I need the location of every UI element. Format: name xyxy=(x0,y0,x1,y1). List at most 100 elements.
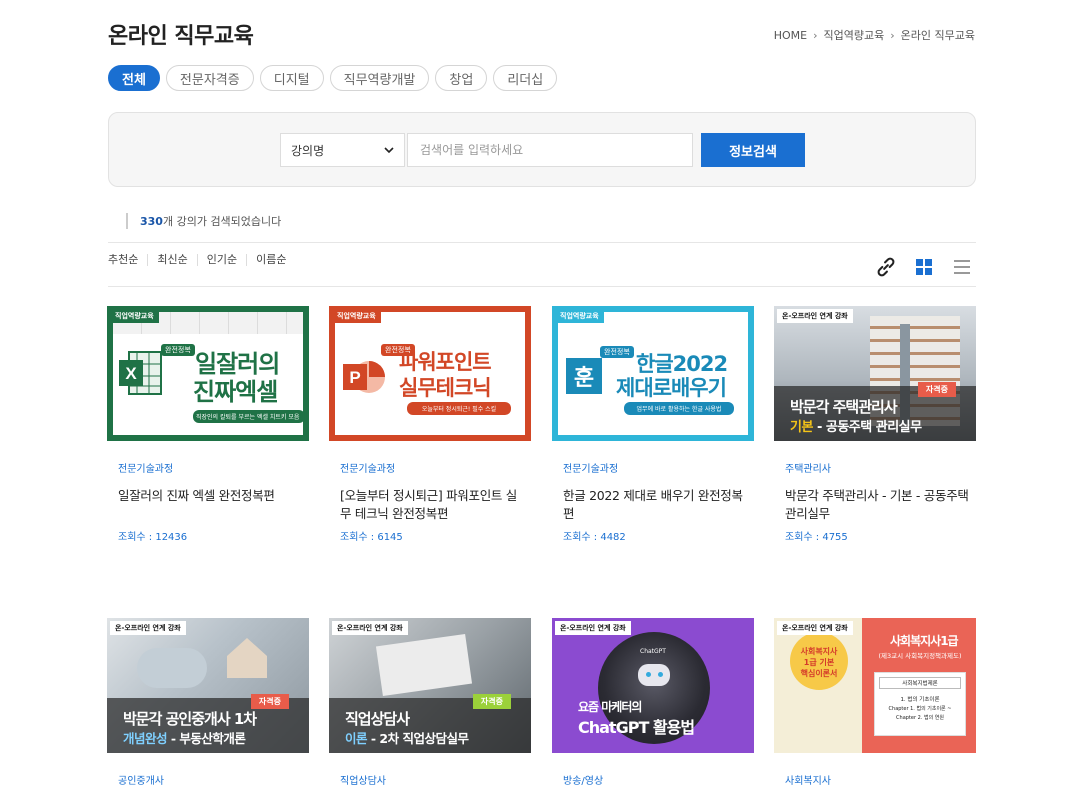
result-count: 330개 강의가 검색되었습니다 xyxy=(126,213,281,229)
book-cover-line: 핵심이론서 xyxy=(800,669,838,678)
chevron-right-icon: › xyxy=(890,28,895,42)
thumbnail-highlight: 이론 xyxy=(345,731,368,746)
course-thumbnail[interactable]: 온-오프라인 연계 강좌 자격증 박문각 주택관리사 기본 - 공동주택 관리실… xyxy=(774,306,976,441)
tab-leadership[interactable]: 리더십 xyxy=(493,65,558,91)
thumbnail-note-box: 사회복지법제론 1. 법의 기초이론 Chapter 1. 법의 기초이론 ~ … xyxy=(874,672,966,736)
note-box-line: Chapter 2. 법의 연원 xyxy=(896,715,944,721)
breadcrumb-current: 온라인 직무교육 xyxy=(900,29,975,42)
course-card[interactable]: 직업역량교육 X 완전정복 일잘러의 진짜엑셀 직장인의 칼퇴를 부르는 엑셀 … xyxy=(107,306,309,543)
excel-logo-icon: X xyxy=(119,351,162,395)
course-thumbnail[interactable]: 직업역량교육 X 완전정복 일잘러의 진짜엑셀 직장인의 칼퇴를 부르는 엑셀 … xyxy=(107,306,309,441)
course-thumbnail[interactable]: 직업역량교육 P 완전정복 파워포인트 실무테크닉 오늘부터 정시퇴근! 필수 … xyxy=(329,306,531,441)
tab-startup[interactable]: 창업 xyxy=(435,65,488,91)
thumbnail-subtitle: 오늘부터 정시퇴근! 필수 스킬 xyxy=(407,402,511,415)
thumbnail-tag: 직업역량교육 xyxy=(110,309,159,323)
svg-text:X: X xyxy=(125,364,137,383)
course-card[interactable]: 직업역량교육 훈 완전정복 한글2022 제대로배우기 업무에 바로 활용하는 … xyxy=(552,306,754,543)
course-category: 전문기술과정 xyxy=(340,464,396,475)
grid-view-icon[interactable] xyxy=(912,255,936,279)
book-cover-line: 사회복지사 xyxy=(800,647,838,656)
link-icon[interactable] xyxy=(874,255,898,279)
course-card[interactable]: 직업역량교육 P 완전정복 파워포인트 실무테크닉 오늘부터 정시퇴근! 필수 … xyxy=(329,306,531,543)
search-type-select[interactable]: 강의명 xyxy=(280,133,405,167)
thumbnail-tag: 온-오프라인 연계 강좌 xyxy=(777,309,853,323)
view-tools xyxy=(874,255,974,279)
thumbnail-headline: 직업상담사 xyxy=(345,710,410,728)
course-thumbnail[interactable]: 사회복지사 1급 기본 핵심이론서 온-오프라인 연계 강좌 사회복지사1급 (… xyxy=(774,618,976,753)
thumbnail-headline: 진짜엑셀 xyxy=(193,378,278,406)
course-card[interactable]: ChatGPT 온-오프라인 연계 강좌 요즘 마케터의 ChatGPT 활용법… xyxy=(552,618,754,787)
thumbnail-subline: 이론 - 2차 직업상담실무 xyxy=(345,728,469,747)
course-category: 전문기술과정 xyxy=(118,464,174,475)
course-views: 조회수 : 12436 xyxy=(118,532,188,543)
course-card[interactable]: 온-오프라인 연계 강좌 자격증 직업상담사 이론 - 2차 직업상담실무 직업… xyxy=(329,618,531,787)
thumbnail-headline: 박문각 주택관리사 xyxy=(790,398,898,416)
book-cover-text: 사회복지사 1급 기본 핵심이론서 xyxy=(784,646,854,679)
thumbnail-tag: 온-오프라인 연계 강좌 xyxy=(332,621,408,635)
svg-text:P: P xyxy=(349,368,360,387)
search-input[interactable] xyxy=(407,133,693,167)
thumbnail-highlight: 개념완성 xyxy=(123,731,168,746)
thumbnail-subtitle: (제3교시 사회복지정책과제도) xyxy=(878,652,962,660)
search-button[interactable]: 정보검색 xyxy=(701,133,805,167)
category-tabs: 전체 전문자격증 디지털 직무역량개발 창업 리더십 xyxy=(108,65,558,91)
course-title[interactable]: 한글 2022 제대로 배우기 완전정복편 xyxy=(563,487,748,523)
result-count-number: 330 xyxy=(140,215,163,228)
tab-digital[interactable]: 디지털 xyxy=(259,65,324,91)
note-box-title: 사회복지법제론 xyxy=(879,677,961,689)
thumbnail-subtitle: 직장인의 칼퇴를 부르는 엑셀 치트키 모음 xyxy=(193,410,305,423)
course-title[interactable]: [오늘부터 정시퇴근] 파워포인트 실무 테크닉 완전정복편 xyxy=(340,487,525,523)
course-views: 조회수 : 4755 xyxy=(785,532,848,543)
sort-popular[interactable]: 인기순 xyxy=(196,254,246,266)
page-title: 온라인 직무교육 xyxy=(108,24,254,49)
thumbnail-subtitle: - 2차 직업상담실무 xyxy=(367,731,469,746)
book-cover-line: 1급 기본 xyxy=(803,658,835,667)
chevron-down-icon xyxy=(384,147,394,154)
thumbnail-headline: 실무테크닉 xyxy=(399,376,492,400)
search-panel: 강의명 정보검색 xyxy=(108,112,976,187)
thumbnail-tag: 직업역량교육 xyxy=(555,309,604,323)
sort-recommended[interactable]: 추천순 xyxy=(108,254,147,266)
powerpoint-logo-icon: P xyxy=(343,361,385,393)
tab-professional-certificate[interactable]: 전문자격증 xyxy=(165,65,254,91)
list-view-icon[interactable] xyxy=(950,255,974,279)
thumbnail-headline: 박문각 공인중개사 1차 xyxy=(123,710,257,728)
thumbnail-tag: 온-오프라인 연계 강좌 xyxy=(110,621,186,635)
thumbnail-badge: 완전정복 xyxy=(161,344,195,356)
sort-options: 추천순 최신순 인기순 이름순 xyxy=(108,254,296,266)
result-count-text: 개 강의가 검색되었습니다 xyxy=(162,215,282,228)
course-views: 조회수 : 6145 xyxy=(340,532,403,543)
thumbnail-subtitle: 업무에 바로 활용하는 한글 사용법 xyxy=(624,402,734,415)
sort-latest[interactable]: 최신순 xyxy=(147,254,196,266)
thumbnail-small-label: ChatGPT xyxy=(640,648,666,655)
course-card[interactable]: 온-오프라인 연계 강좌 자격증 박문각 주택관리사 기본 - 공동주택 관리실… xyxy=(774,306,976,543)
course-category: 방송/영상 xyxy=(563,776,604,787)
course-title[interactable]: 박문각 주택관리사 - 기본 - 공동주택 관리실무 xyxy=(785,487,970,523)
course-category: 주택관리사 xyxy=(785,464,831,475)
sort-name[interactable]: 이름순 xyxy=(246,254,295,266)
thumbnail-highlight: 기본 xyxy=(790,420,813,435)
breadcrumb-item[interactable]: 직업역량교육 xyxy=(824,27,885,43)
thumbnail-headline: 사회복지사1급 xyxy=(890,634,959,648)
note-box-line: 1. 법의 기초이론 xyxy=(900,697,940,703)
thumbnail-badge: 완전정복 xyxy=(600,346,634,358)
thumbnail-headline: 제대로배우기 xyxy=(616,376,727,400)
course-category: 사회복지사 xyxy=(785,776,831,787)
svg-text:훈: 훈 xyxy=(574,366,594,391)
course-category: 직업상담사 xyxy=(340,776,386,787)
note-box-line: Chapter 1. 법의 기초이론 ~ xyxy=(888,706,952,712)
divider xyxy=(108,286,976,287)
course-card[interactable]: 온-오프라인 연계 강좌 자격증 박문각 공인중개사 1차 개념완성 - 부동산… xyxy=(107,618,309,787)
thumbnail-subtitle: - 공동주택 관리실무 xyxy=(812,420,922,435)
course-thumbnail[interactable]: 온-오프라인 연계 강좌 자격증 직업상담사 이론 - 2차 직업상담실무 xyxy=(329,618,531,753)
course-thumbnail[interactable]: 직업역량교육 훈 완전정복 한글2022 제대로배우기 업무에 바로 활용하는 … xyxy=(552,306,754,441)
course-title[interactable]: 일잘러의 진짜 엑셀 완전정복편 xyxy=(118,487,303,523)
breadcrumb: HOME › 직업역량교육 › 온라인 직무교육 xyxy=(774,27,975,43)
thumbnail-subtitle: - 부동산학개론 xyxy=(167,731,246,746)
breadcrumb-home[interactable]: HOME xyxy=(774,29,807,42)
tab-all[interactable]: 전체 xyxy=(108,65,160,91)
course-card[interactable]: 사회복지사 1급 기본 핵심이론서 온-오프라인 연계 강좌 사회복지사1급 (… xyxy=(774,618,976,787)
course-thumbnail[interactable]: ChatGPT 온-오프라인 연계 강좌 요즘 마케터의 ChatGPT 활용법 xyxy=(552,618,754,753)
tab-job-skills[interactable]: 직무역량개발 xyxy=(329,65,430,91)
course-thumbnail[interactable]: 온-오프라인 연계 강좌 자격증 박문각 공인중개사 1차 개념완성 - 부동산… xyxy=(107,618,309,753)
